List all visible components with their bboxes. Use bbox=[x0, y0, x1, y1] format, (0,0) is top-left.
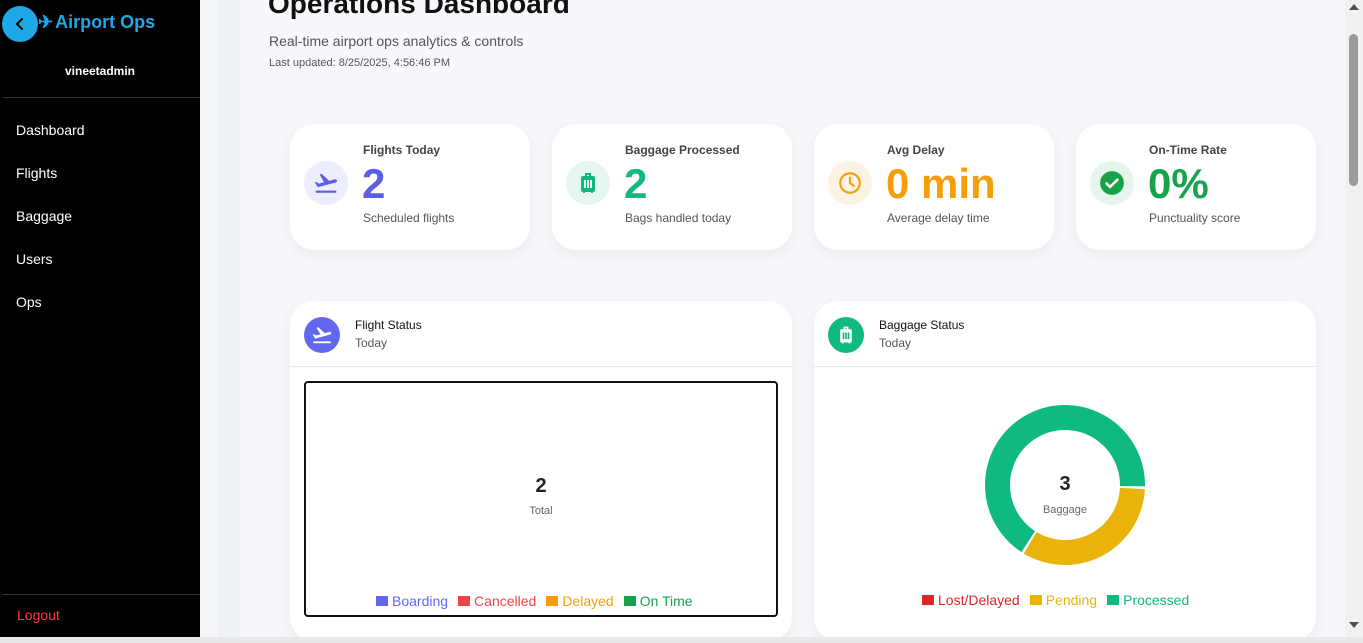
donut-slice-pending[interactable] bbox=[1023, 487, 1145, 565]
sidebar-item-flights[interactable]: Flights bbox=[0, 151, 200, 194]
page-title: Operations Dashboard bbox=[268, 0, 570, 19]
legend-label: On Time bbox=[639, 593, 693, 609]
donut-total: 3 bbox=[1059, 473, 1071, 495]
sidebar-item-baggage[interactable]: Baggage bbox=[0, 194, 200, 237]
divider bbox=[290, 366, 792, 367]
scroll-thumb[interactable] bbox=[1349, 34, 1358, 186]
chart-subtitle: Today bbox=[355, 336, 388, 350]
sidebar-divider bbox=[3, 97, 200, 98]
flight-status-chart: 2 Total Boarding Cancelled Delayed On Ti… bbox=[304, 381, 778, 617]
stat-value: 0 min bbox=[886, 160, 996, 207]
total-count: 2 bbox=[535, 475, 547, 497]
stat-note: Bags handled today bbox=[625, 211, 732, 225]
divider bbox=[814, 366, 1316, 367]
stat-note: Average delay time bbox=[887, 211, 990, 225]
chart-title: Flight Status bbox=[355, 318, 422, 332]
vertical-scrollbar[interactable] bbox=[1345, 0, 1363, 643]
legend-item-boarding[interactable]: Boarding bbox=[376, 593, 448, 609]
stat-card-delay: Avg Delay 0 min Average delay time bbox=[814, 124, 1054, 250]
stat-label: Baggage Processed bbox=[625, 143, 740, 157]
legend-item-processed[interactable]: Processed bbox=[1107, 592, 1189, 608]
brand-name: Airport Ops bbox=[55, 12, 156, 32]
sidebar-item-dashboard[interactable]: Dashboard bbox=[0, 108, 200, 151]
legend-swatch bbox=[1107, 595, 1120, 605]
last-updated: Last updated: 8/25/2025, 4:56:46 PM bbox=[269, 57, 451, 69]
logout-button[interactable]: Logout bbox=[17, 607, 60, 623]
legend-item-ontime[interactable]: On Time bbox=[623, 593, 693, 609]
legend-swatch bbox=[1029, 595, 1042, 605]
total-label: Total bbox=[529, 505, 553, 517]
legend-swatch bbox=[623, 596, 636, 606]
donut-label: Baggage bbox=[1042, 504, 1088, 516]
legend-swatch bbox=[546, 596, 559, 606]
luggage-icon bbox=[566, 161, 610, 205]
sidebar-nav: Dashboard Flights Baggage Users Ops bbox=[0, 108, 200, 323]
baggage-legend: Lost/Delayed Pending Processed bbox=[922, 592, 1189, 608]
legend-item-pending[interactable]: Pending bbox=[1029, 592, 1098, 608]
legend-swatch bbox=[376, 596, 388, 606]
stat-card-flights: Flights Today 2 Scheduled flights bbox=[290, 124, 530, 250]
brand: ✈ Airport Ops bbox=[38, 12, 155, 33]
stat-note: Punctuality score bbox=[1149, 211, 1241, 225]
legend-label: Delayed bbox=[562, 593, 614, 609]
stat-note: Scheduled flights bbox=[363, 211, 455, 225]
chevron-left-icon bbox=[15, 18, 23, 30]
plane-icon: ✈ bbox=[38, 12, 54, 32]
collapse-sidebar-button[interactable] bbox=[2, 6, 38, 42]
sidebar: ✈ Airport Ops vineetadmin Dashboard Flig… bbox=[0, 0, 200, 643]
page-subtitle: Real-time airport ops analytics & contro… bbox=[269, 33, 524, 49]
legend-label: Lost/Delayed bbox=[938, 592, 1020, 608]
sidebar-divider-bottom bbox=[3, 594, 200, 595]
scroll-up-icon[interactable] bbox=[1349, 4, 1359, 10]
legend-item-cancelled[interactable]: Cancelled bbox=[458, 593, 536, 609]
chart-title: Baggage Status bbox=[879, 318, 965, 332]
legend-swatch bbox=[458, 596, 471, 606]
plane-takeoff-icon bbox=[304, 161, 348, 205]
stat-label: Avg Delay bbox=[887, 143, 945, 157]
stat-card-ontime: On-Time Rate 0% Punctuality score bbox=[1076, 124, 1316, 250]
stat-card-baggage: Baggage Processed 2 Bags handled today bbox=[552, 124, 792, 250]
horizontal-scrollbar[interactable] bbox=[0, 637, 1363, 643]
legend-label: Cancelled bbox=[474, 593, 537, 609]
legend-swatch bbox=[922, 595, 934, 605]
stat-value: 2 bbox=[362, 160, 386, 207]
legend-item-lost[interactable]: Lost/Delayed bbox=[922, 592, 1020, 608]
username: vineetadmin bbox=[64, 64, 136, 78]
sidebar-item-users[interactable]: Users bbox=[0, 237, 200, 280]
stat-label: On-Time Rate bbox=[1149, 143, 1227, 157]
legend-item-delayed[interactable]: Delayed bbox=[546, 593, 614, 609]
baggage-status-card: Baggage Status Today 3 Baggage Lost/Dela… bbox=[814, 301, 1316, 641]
flight-legend: Boarding Cancelled Delayed On Time bbox=[376, 593, 693, 609]
luggage-icon bbox=[828, 317, 864, 353]
stat-value: 0% bbox=[1148, 160, 1209, 207]
legend-label: Pending bbox=[1045, 592, 1098, 608]
plane-takeoff-icon bbox=[304, 317, 340, 353]
clock-icon bbox=[828, 161, 872, 205]
legend-label: Boarding bbox=[392, 593, 449, 609]
check-circle-icon bbox=[1090, 161, 1134, 205]
sidebar-item-ops[interactable]: Ops bbox=[0, 280, 200, 323]
stat-value: 2 bbox=[624, 160, 648, 207]
flight-status-card: Flight Status Today 2 Total Boarding Can… bbox=[290, 301, 792, 641]
scroll-down-icon[interactable] bbox=[1349, 622, 1359, 628]
legend-label: Processed bbox=[1123, 592, 1190, 608]
chart-subtitle: Today bbox=[879, 336, 912, 350]
stat-label: Flights Today bbox=[363, 143, 441, 157]
